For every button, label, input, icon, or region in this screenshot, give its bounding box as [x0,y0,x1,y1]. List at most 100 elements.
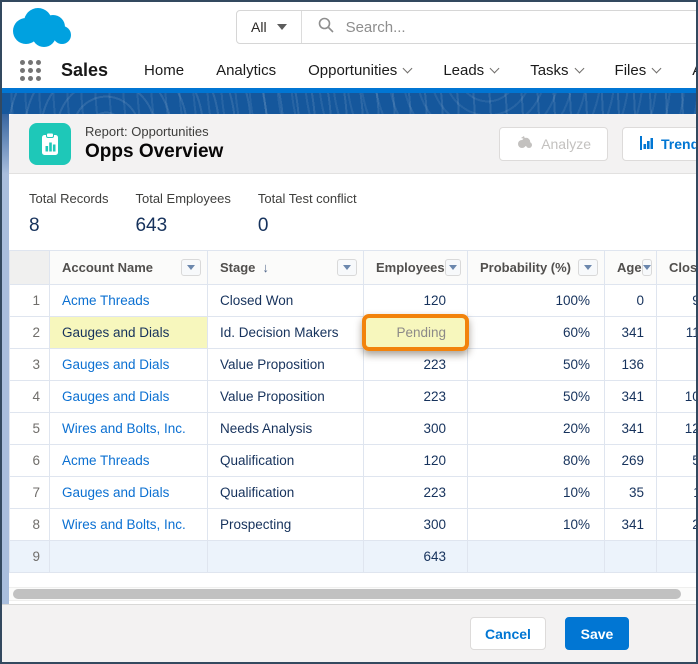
save-button[interactable]: Save [565,617,629,650]
app-navbar: Sales Home Analytics Opportunities Leads… [2,52,696,88]
account-name-cell[interactable]: Wires and Bolts, Inc. [50,413,208,445]
age-cell: 341 [605,317,657,349]
column-menu-icon[interactable] [445,259,461,276]
row-number: 8 [10,509,50,541]
row-number: 1 [10,285,50,317]
close-date-cell: 2/2 [657,509,698,541]
nav-item-truncated[interactable]: A [692,62,696,79]
report-type-label: Report: Opportunities [85,124,223,139]
trend-button[interactable]: Trend [622,127,696,161]
column-header-employees[interactable]: Employees [364,251,468,285]
age-cell [605,541,657,573]
account-name-cell[interactable]: Gauges and Dials [50,381,208,413]
search-scope-dropdown[interactable]: All [237,11,302,43]
horizontal-scrollbar[interactable] [9,587,696,601]
analyze-button[interactable]: Analyze [499,127,608,161]
nav-items: Home Analytics Opportunities Leads Tasks… [144,62,696,79]
app-name[interactable]: Sales [61,60,108,81]
table-row: 5 Wires and Bolts, Inc. Needs Analysis 3… [10,413,698,445]
row-number: 4 [10,381,50,413]
chevron-down-icon [652,63,662,73]
column-menu-icon[interactable] [578,259,598,276]
account-name-cell [50,541,208,573]
stage-cell: Value Proposition [208,349,364,381]
account-name-cell[interactable]: Gauges and Dials [50,477,208,509]
column-menu-icon[interactable] [181,259,201,276]
employees-cell: 300 [364,509,468,541]
search-icon [318,17,334,38]
stage-cell [208,541,364,573]
age-cell: 0 [605,285,657,317]
stage-cell: Id. Decision Makers [208,317,364,349]
stage-cell: Prospecting [208,509,364,541]
table-row: 2 Gauges and Dials Id. Decision Makers P… [10,317,698,349]
employees-cell: Pending [364,317,468,349]
probability-cell: 20% [468,413,605,445]
employees-cell: 223 [364,381,468,413]
column-header-probability[interactable]: Probability (%) [468,251,605,285]
table-header-row: Account Name Stage ↓ Employees Probabili… [10,251,698,285]
nav-item-home[interactable]: Home [144,62,184,79]
column-header-account-name[interactable]: Account Name [50,251,208,285]
chevron-down-icon [574,63,584,73]
age-cell: 341 [605,509,657,541]
close-date-cell: 11/ [657,477,698,509]
stage-cell: Qualification [208,477,364,509]
probability-cell: 10% [468,509,605,541]
account-name-cell[interactable]: Acme Threads [50,445,208,477]
age-cell: 136 [605,349,657,381]
stage-cell: Needs Analysis [208,413,364,445]
employees-cell: 300 [364,413,468,445]
cancel-button[interactable]: Cancel [470,617,546,650]
probability-cell: 50% [468,349,605,381]
table-row: 9 643 [10,541,698,573]
close-date-cell: 11/2 [657,317,698,349]
chevron-down-icon [403,63,413,73]
probability-cell: 80% [468,445,605,477]
footer-bar: Cancel Save [2,604,696,662]
table-body: 1 Acme Threads Closed Won 120 100% 0 9/2… [10,285,698,573]
account-name-cell[interactable]: Acme Threads [50,285,208,317]
nav-item-analytics[interactable]: Analytics [216,62,276,79]
close-date-cell [657,541,698,573]
employees-cell: 120 [364,285,468,317]
search-input[interactable] [346,19,683,36]
bar-chart-icon [639,136,653,153]
scrollbar-thumb[interactable] [13,589,681,599]
global-header: All [2,2,696,52]
metric-total-employees: Total Employees 643 [135,191,230,250]
app-window: All Sales Home Analytics [0,0,698,664]
employees-cell: 120 [364,445,468,477]
report-title: Opps Overview [85,141,223,163]
global-search: All [236,10,698,44]
app-launcher-icon[interactable] [20,60,41,81]
row-number: 3 [10,349,50,381]
column-header-close-date[interactable]: Clos [657,251,698,285]
summary-metrics: Total Records 8 Total Employees 643 Tota… [9,174,696,250]
stage-cell: Closed Won [208,285,364,317]
column-menu-icon[interactable] [337,259,357,276]
column-header-age[interactable]: Age [605,251,657,285]
probability-cell: 100% [468,285,605,317]
nav-item-tasks[interactable]: Tasks [530,62,582,79]
salesforce-logo-icon[interactable] [10,5,74,54]
nav-item-files[interactable]: Files [615,62,661,79]
nav-item-leads[interactable]: Leads [443,62,498,79]
column-menu-icon[interactable] [642,259,652,276]
table-row: 4 Gauges and Dials Value Proposition 223… [10,381,698,413]
employees-cell: 223 [364,349,468,381]
column-header-stage[interactable]: Stage ↓ [208,251,364,285]
close-date-cell: 5/2 [657,445,698,477]
close-date-cell: 10/2 [657,381,698,413]
account-name-cell[interactable]: Gauges and Dials [50,349,208,381]
report-icon [29,123,71,165]
employees-cell: 643 [364,541,468,573]
table-row: 8 Wires and Bolts, Inc. Prospecting 300 … [10,509,698,541]
report-table: Account Name Stage ↓ Employees Probabili… [9,250,698,573]
nav-item-opportunities[interactable]: Opportunities [308,62,411,79]
row-number: 2 [10,317,50,349]
table-row: 7 Gauges and Dials Qualification 223 10%… [10,477,698,509]
account-name-cell[interactable]: Wires and Bolts, Inc. [50,509,208,541]
account-name-cell: Gauges and Dials [50,317,208,349]
row-number: 6 [10,445,50,477]
